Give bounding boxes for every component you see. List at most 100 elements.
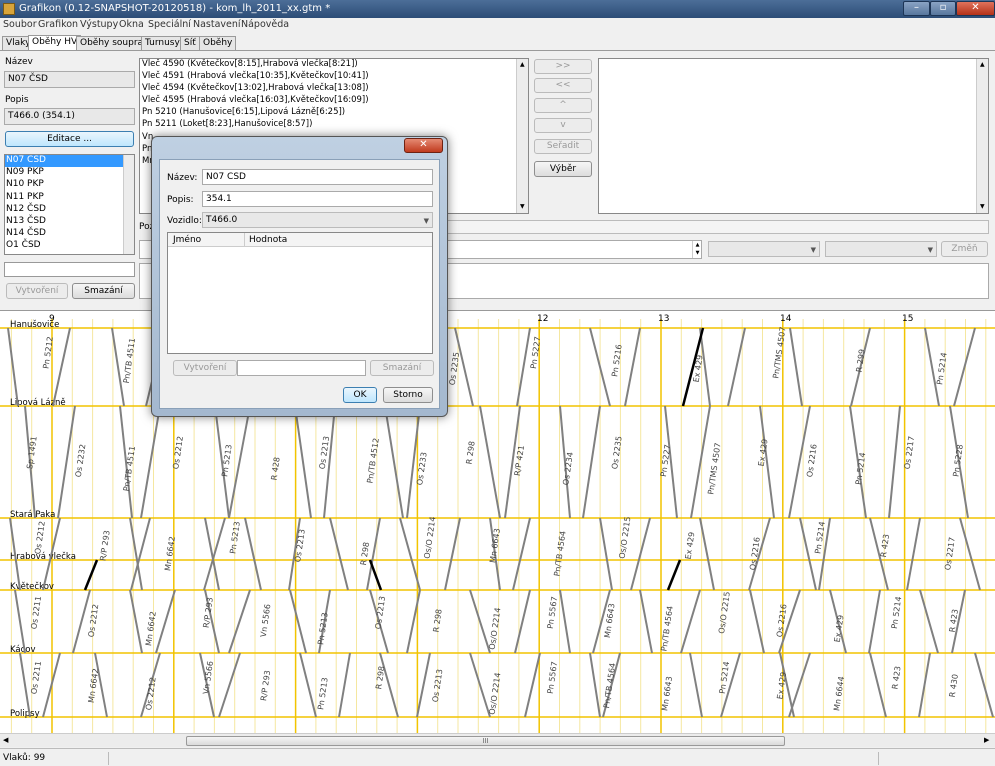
move-up-button[interactable]: ^ [534,98,592,113]
list-item[interactable]: Pn 5210 (Hanušovice[6:15],Lipová Lázně[6… [140,107,528,119]
train-label: Mn 6643 [488,528,502,564]
list-item-n11[interactable]: N11 PKP [5,192,134,204]
tab-obehy-hv[interactable]: Oběhy HV [28,35,82,51]
hour-label: 13 [658,314,669,324]
train-path [582,405,601,519]
tab-obehy[interactable]: Oběhy [199,36,237,50]
to-combo[interactable]: ▼ [825,241,937,257]
available-trains-list[interactable]: ▲ ▼ [598,58,989,214]
dialog-close-button[interactable]: ✕ [404,138,443,153]
ok-button[interactable]: OK [343,387,377,403]
train-label: R 299 [855,348,867,372]
minimize-button[interactable]: – [903,1,930,16]
list-item-n12[interactable]: N12 ČSD [5,204,134,216]
scroll-thumb[interactable]: III [186,736,785,746]
delete-button[interactable]: Smazání [72,283,135,299]
new-circulation-input[interactable] [4,262,135,277]
edit-button[interactable]: Editace ... [5,131,134,147]
list-item-n09[interactable]: N09 PKP [5,167,134,179]
remove-button[interactable]: << [534,78,592,93]
maximize-button[interactable]: ▫ [930,1,956,16]
scroll-down-icon[interactable]: ▼ [980,203,985,210]
train-path [416,652,431,718]
list-item-n14[interactable]: N14 ČSD [5,228,134,240]
tab-divider [0,50,995,51]
scroll-left-icon[interactable]: ◀ [3,736,8,744]
train-label: R 298 [432,608,444,632]
menu-nastaveni[interactable]: Nastavení [193,19,241,30]
list-item[interactable]: Vleč 4594 (Květečkov[13:02],Hrabová vleč… [140,83,528,95]
station-label: Hrabová vlečka [10,551,76,562]
train-path [869,652,887,718]
scroll-right-icon[interactable]: ▶ [984,736,989,744]
attributes-table[interactable]: Jméno Hodnota [167,232,433,354]
sort-button[interactable]: Seřadit [534,139,592,154]
from-combo[interactable]: ▼ [708,241,820,257]
list-scrollbar[interactable] [123,155,134,254]
dialog-create-button[interactable]: Vytvoření [173,360,237,376]
title-bar[interactable]: Grafikon (0.12-SNAPSHOT-20120518) - kom_… [0,0,995,18]
train-path-selected [666,559,682,591]
train-path [512,517,531,591]
dialog-vehicle-combo[interactable]: T466.0 ▼ [202,212,433,228]
circulation-list[interactable]: N07 ČSD N09 PKP N10 PKP N11 PKP N12 ČSD … [4,154,135,255]
train-path [974,652,994,718]
dialog-name-input[interactable] [202,169,433,185]
dialog-new-attr-input[interactable] [237,360,366,376]
trains-scrollbar[interactable]: ▲ ▼ [516,59,528,213]
menu-napoveda[interactable]: Nápověda [241,19,289,30]
list-item-o1[interactable]: O1 ČSD [5,240,134,252]
cancel-button[interactable]: Storno [383,387,433,403]
status-bar: Vlaků: 99 [0,748,995,766]
select-button[interactable]: Výběr [534,161,592,177]
menu-grafikon[interactable]: Grafikon [38,19,78,30]
dialog-delete-button[interactable]: Smazání [370,360,434,376]
tab-turnusy[interactable]: Turnusy [141,36,184,50]
table-header: Jméno Hodnota [168,233,432,247]
train-path [299,652,317,718]
train-graph[interactable]: Hanušovice Lipová Lázně Stará Paka Hrabová … [0,310,995,735]
menu-okna[interactable]: Okna [119,19,144,30]
list-item[interactable]: Vleč 4590 (Květečkov[8:15],Hrabová vlečk… [140,59,528,71]
dialog-desc-input[interactable] [202,191,433,207]
hour-label: 9 [49,314,55,324]
train-label: Pn 5213 [316,612,329,646]
list-item-n07[interactable]: N07 ČSD [5,155,134,168]
train-label: Pn 5567 [546,661,559,695]
train-path [959,517,981,591]
col-name-header[interactable]: Jméno [173,235,201,245]
menu-soubor[interactable]: Soubor [3,19,37,30]
move-down-button[interactable]: v [534,118,592,133]
train-path [953,327,976,407]
train-label: Pn 5214 [935,352,948,386]
scroll-up-icon[interactable]: ▲ [520,61,525,68]
change-button[interactable]: Změň [941,241,988,257]
menu-specialni[interactable]: Speciální [148,19,191,30]
train-label: Os/O 2214 [423,516,438,559]
train-label: Os 2216 [805,444,819,478]
right-list-scrollbar[interactable]: ▲ ▼ [976,59,988,213]
tab-sit[interactable]: Síť [180,36,200,50]
close-button[interactable]: ✕ [956,1,995,16]
create-button[interactable]: Vytvoření [6,283,68,299]
train-path [140,405,161,519]
scroll-down-icon[interactable]: ▼ [520,203,525,210]
scroll-up-icon[interactable]: ▲ [980,61,985,68]
list-item[interactable]: Pn 5211 (Loket[8:23],Hanušovice[8:57]) [140,119,528,131]
train-path [111,327,125,407]
train-path [789,327,803,407]
col-value-header[interactable]: Hodnota [249,235,287,245]
add-button[interactable]: >> [534,59,592,74]
train-path [589,652,601,718]
circulation-edit-dialog[interactable]: ✕ Název: Popis: Vozidlo: T466.0 ▼ Jméno … [151,136,448,417]
menu-vystupy[interactable]: Výstupy [80,19,118,30]
list-item-n13[interactable]: N13 ČSD [5,216,134,228]
train-label: Os/O 2215 [618,516,633,559]
spinner-icon[interactable]: ▲ ▼ [692,241,702,258]
graph-hscrollbar[interactable]: ◀ III ▶ [0,733,995,747]
list-item[interactable]: Vleč 4595 (Hrabová vlečka[16:03],Květečk… [140,95,528,107]
list-item[interactable]: Vleč 4591 (Hrabová vlečka[10:35],Květečk… [140,71,528,83]
train-label: Ex 429 [684,531,697,560]
app-icon [3,3,15,15]
list-item-n10[interactable]: N10 PKP [5,179,134,191]
